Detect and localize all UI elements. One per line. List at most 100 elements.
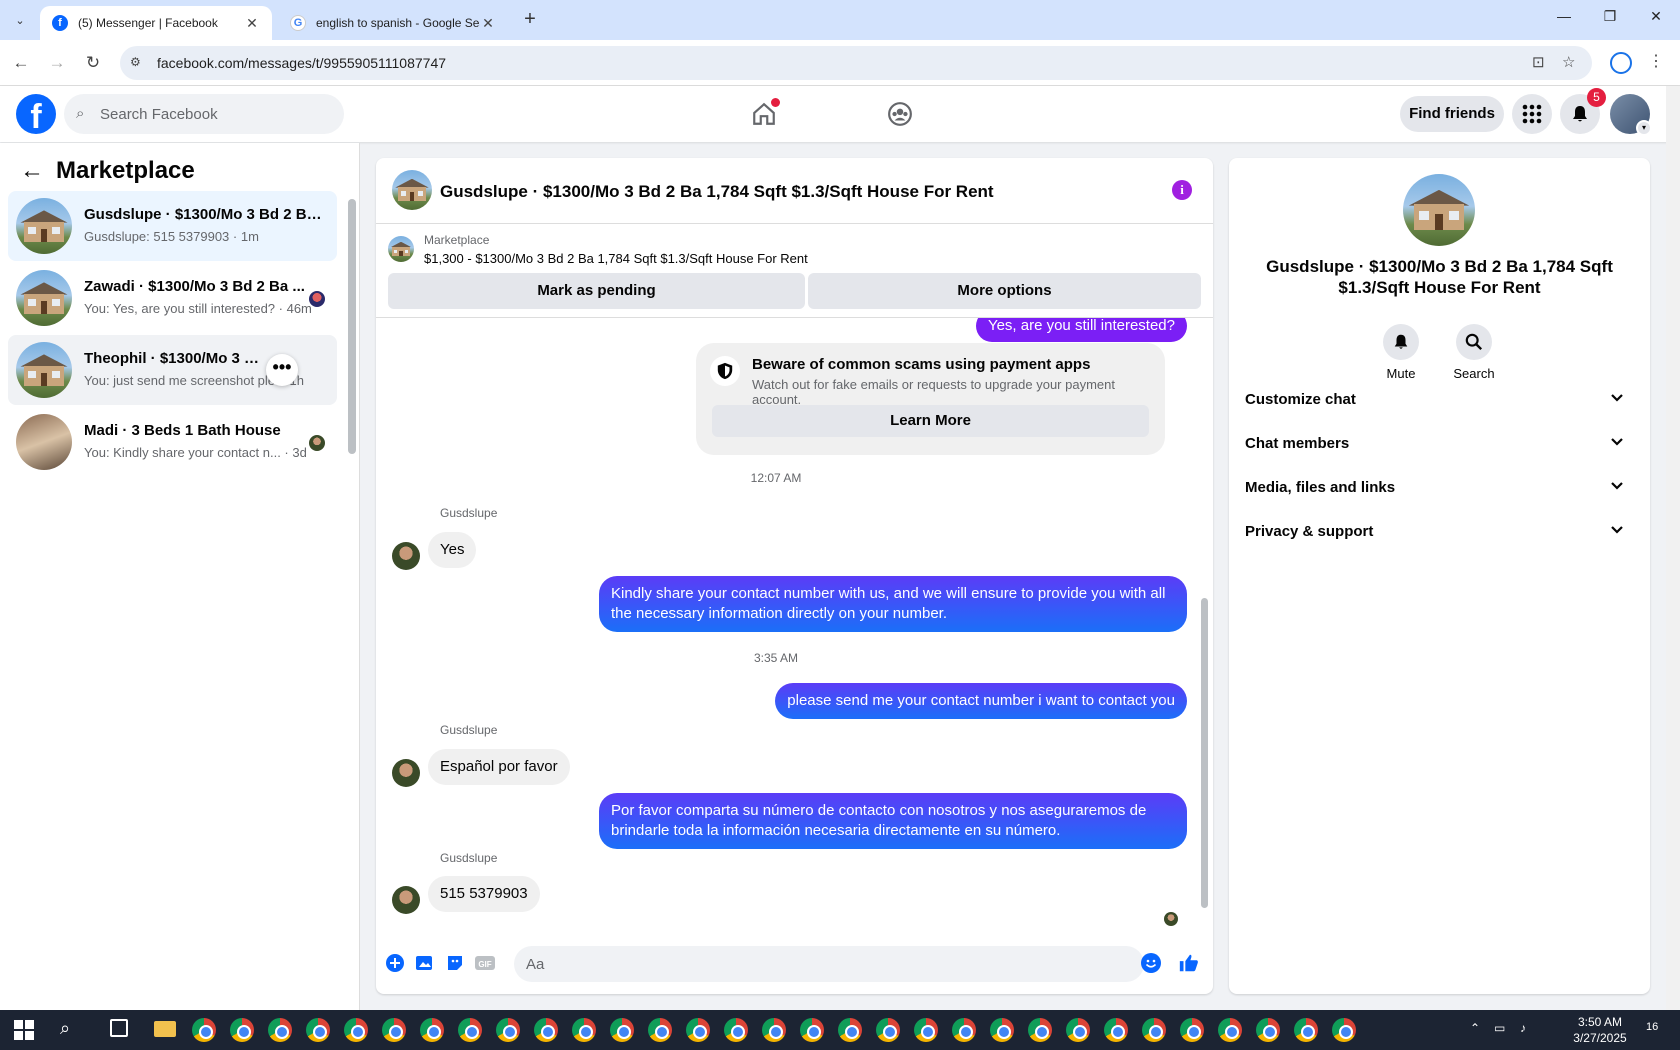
- notifications-bell-icon[interactable]: 5: [1560, 88, 1606, 134]
- forward-icon[interactable]: →: [44, 50, 70, 76]
- chrome-icon[interactable]: [458, 1018, 482, 1042]
- sender-avatar[interactable]: [392, 759, 420, 787]
- volume-icon[interactable]: ♪: [1520, 1021, 1526, 1035]
- omnibox[interactable]: ⚙ facebook.com/messages/t/99559051110877…: [120, 46, 1592, 80]
- conversation-item[interactable]: Gusdslupe · $1300/Mo 3 Bd 2 Ba... Gusdsl…: [8, 191, 337, 261]
- mark-as-pending-button[interactable]: Mark as pending: [388, 273, 805, 309]
- tab-messenger[interactable]: f (5) Messenger | Facebook ✕: [40, 6, 272, 40]
- listing-description[interactable]: $1,300 - $1300/Mo 3 Bd 2 Ba 1,784 Sqft $…: [424, 251, 808, 266]
- listing-thumbnail[interactable]: [392, 170, 432, 210]
- search-input[interactable]: [100, 94, 330, 134]
- privacy-support-section[interactable]: Privacy & support: [1245, 512, 1634, 552]
- chrome-icon[interactable]: [686, 1018, 710, 1042]
- incoming-message[interactable]: Español por favor: [428, 749, 570, 785]
- conversation-item[interactable]: Zawadi · $1300/Mo 3 Bd 2 Ba ... You: Yes…: [8, 263, 337, 333]
- chrome-icon[interactable]: [1066, 1018, 1090, 1042]
- close-tab-icon[interactable]: ✕: [480, 15, 496, 32]
- incoming-message[interactable]: Yes: [428, 532, 477, 568]
- chrome-icon[interactable]: [648, 1018, 672, 1042]
- mute-button[interactable]: Mute: [1366, 324, 1436, 381]
- chrome-icon[interactable]: [496, 1018, 520, 1042]
- chrome-icon[interactable]: [344, 1018, 368, 1042]
- conversation-item[interactable]: Madi · 3 Beds 1 Bath House You: Kindly s…: [8, 407, 337, 477]
- chrome-icon[interactable]: [268, 1018, 292, 1042]
- chrome-icon[interactable]: [1294, 1018, 1318, 1042]
- outgoing-message[interactable]: Por favor comparta su número de contacto…: [599, 793, 1187, 849]
- site-info-icon[interactable]: ⚙: [130, 55, 141, 69]
- page-scrollbar[interactable]: [1666, 86, 1680, 1010]
- system-clock[interactable]: 3:50 AM 3/27/2025: [1560, 1014, 1640, 1046]
- chrome-icon[interactable]: [192, 1018, 216, 1042]
- bookmark-star-icon[interactable]: ☆: [1562, 53, 1575, 71]
- account-avatar[interactable]: ▾: [1610, 94, 1652, 136]
- chrome-icon[interactable]: [572, 1018, 596, 1042]
- chrome-icon[interactable]: [382, 1018, 406, 1042]
- sender-avatar[interactable]: [392, 886, 420, 914]
- chrome-icon[interactable]: [230, 1018, 254, 1042]
- facebook-logo-icon[interactable]: f: [16, 94, 56, 134]
- find-friends-button[interactable]: Find friends: [1400, 96, 1504, 132]
- minimize-icon[interactable]: —: [1544, 8, 1584, 24]
- tab-search-dropdown-icon[interactable]: ⌄: [8, 10, 32, 32]
- facebook-search[interactable]: ⌕: [64, 94, 344, 134]
- chat-title[interactable]: Gusdslupe · $1300/Mo 3 Bd 2 Ba 1,784 Sqf…: [440, 182, 994, 202]
- close-tab-icon[interactable]: ✕: [244, 15, 260, 32]
- chrome-icon[interactable]: [1142, 1018, 1166, 1042]
- chrome-icon[interactable]: [876, 1018, 900, 1042]
- message-input[interactable]: [526, 946, 1086, 982]
- chrome-icon[interactable]: [1218, 1018, 1242, 1042]
- sidebar-scrollbar[interactable]: [348, 191, 356, 454]
- photo-icon[interactable]: [414, 952, 436, 974]
- reload-icon[interactable]: ↻: [80, 50, 106, 76]
- chat-members-section[interactable]: Chat members: [1245, 424, 1634, 464]
- chrome-icon[interactable]: [306, 1018, 330, 1042]
- search-icon[interactable]: ⌕: [60, 1018, 70, 1039]
- back-icon[interactable]: ←: [8, 50, 34, 76]
- tray-overflow-icon[interactable]: ⌃: [1470, 1021, 1480, 1035]
- learn-more-button[interactable]: Learn More: [712, 405, 1149, 437]
- search-in-conversation-button[interactable]: Search: [1439, 324, 1509, 381]
- incoming-message[interactable]: 515 5379903: [428, 876, 540, 912]
- chrome-icon[interactable]: [990, 1018, 1014, 1042]
- network-icon[interactable]: ▭: [1494, 1021, 1505, 1035]
- chrome-icon[interactable]: [420, 1018, 444, 1042]
- listing-thumbnail[interactable]: [1403, 174, 1475, 246]
- scrollbar-thumb[interactable]: [1201, 598, 1208, 908]
- browser-profile-icon[interactable]: [1610, 52, 1632, 74]
- info-icon[interactable]: i: [1172, 180, 1192, 200]
- message-input-box[interactable]: [514, 946, 1144, 982]
- chrome-icon[interactable]: [724, 1018, 748, 1042]
- outgoing-message[interactable]: Yes, are you still interested?: [975, 318, 1187, 342]
- chrome-icon[interactable]: [1104, 1018, 1128, 1042]
- chrome-icon[interactable]: [1256, 1018, 1280, 1042]
- chrome-icon[interactable]: [1332, 1018, 1356, 1042]
- task-view-icon[interactable]: [110, 1019, 128, 1037]
- browser-menu-icon[interactable]: ⋮: [1648, 51, 1664, 71]
- url-text[interactable]: facebook.com/messages/t/9955905111087747: [157, 55, 446, 71]
- chrome-icon[interactable]: [914, 1018, 938, 1042]
- chrome-icon[interactable]: [1180, 1018, 1204, 1042]
- windows-start-icon[interactable]: [14, 1020, 34, 1040]
- chrome-icon[interactable]: [610, 1018, 634, 1042]
- chrome-icon[interactable]: [952, 1018, 976, 1042]
- emoji-icon[interactable]: [1140, 952, 1162, 974]
- add-plus-icon[interactable]: [384, 952, 406, 974]
- chrome-icon[interactable]: [762, 1018, 786, 1042]
- outgoing-message[interactable]: please send me your contact number i wan…: [775, 683, 1187, 719]
- gif-icon[interactable]: GIF: [474, 952, 496, 974]
- media-files-links-section[interactable]: Media, files and links: [1245, 468, 1634, 508]
- tab-google[interactable]: G english to spanish - Google Sea ✕: [278, 6, 508, 40]
- home-icon[interactable]: [746, 96, 782, 132]
- chat-scrollbar[interactable]: [1200, 318, 1210, 928]
- more-options-icon[interactable]: •••: [266, 354, 298, 386]
- chrome-icon[interactable]: [838, 1018, 862, 1042]
- menu-grid-icon[interactable]: [1512, 94, 1552, 134]
- back-arrow-icon[interactable]: ←: [20, 157, 44, 185]
- customize-chat-section[interactable]: Customize chat: [1245, 380, 1634, 420]
- sender-avatar[interactable]: [392, 542, 420, 570]
- conversation-item[interactable]: Theophil · $1300/Mo 3 Bd 2 B... You: jus…: [8, 335, 337, 405]
- more-options-button[interactable]: More options: [808, 273, 1201, 309]
- chrome-icon[interactable]: [800, 1018, 824, 1042]
- file-explorer-icon[interactable]: [154, 1021, 176, 1037]
- maximize-icon[interactable]: ❐: [1590, 8, 1630, 25]
